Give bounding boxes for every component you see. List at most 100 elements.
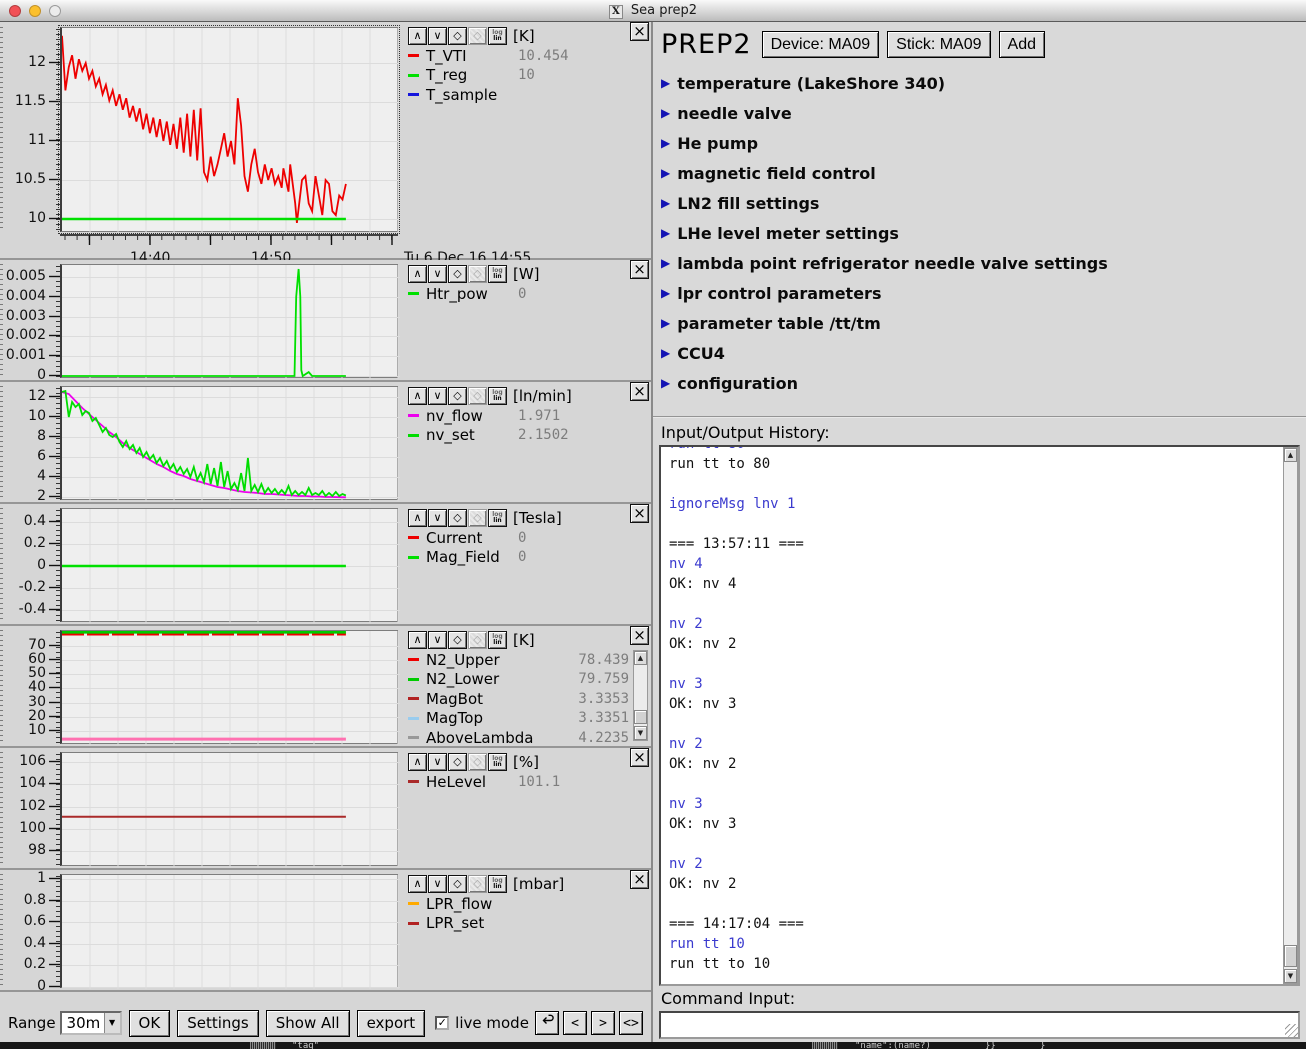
section-item-parameter[interactable]: ▶parameter table /tt/tm — [661, 308, 1306, 338]
settings-button[interactable]: Settings — [177, 1010, 259, 1037]
show-all-button[interactable]: Show All — [266, 1010, 350, 1037]
section-item-lpr[interactable]: ▶lpr control parameters — [661, 278, 1306, 308]
close-plot-button[interactable]: × — [630, 504, 649, 523]
expand-triangle-icon[interactable]: ▶ — [661, 376, 670, 390]
plot-area[interactable] — [60, 27, 398, 232]
pan-up-button[interactable]: ∧ — [408, 265, 427, 283]
scrollbar-thumb[interactable] — [634, 710, 647, 724]
zoom-reset-button[interactable]: ◇ — [448, 875, 467, 893]
stick-button[interactable]: Stick: MA09 — [887, 31, 990, 58]
scroll-right-button[interactable]: > — [591, 1011, 615, 1035]
log-lin-toggle[interactable]: loglin — [488, 631, 507, 649]
plot-area[interactable] — [60, 508, 398, 622]
scroll-up-arrow-icon[interactable]: ▲ — [634, 651, 647, 665]
pan-up-button[interactable]: ∧ — [408, 387, 427, 405]
expand-range-button[interactable]: <> — [619, 1011, 643, 1035]
scroll-up-arrow-icon[interactable]: ▲ — [1284, 448, 1297, 462]
pan-down-button[interactable]: ∨ — [428, 265, 447, 283]
chevron-down-icon[interactable]: ▼ — [104, 1013, 120, 1033]
section-item-temperature[interactable]: ▶temperature (LakeShore 340) — [661, 68, 1306, 98]
section-item-he[interactable]: ▶He pump — [661, 128, 1306, 158]
close-plot-button[interactable]: × — [630, 870, 649, 889]
zoom-reset-button[interactable]: ◇ — [448, 509, 467, 527]
resize-grip-icon[interactable] — [1285, 1024, 1298, 1037]
pan-up-button[interactable]: ∧ — [408, 753, 427, 771]
expand-triangle-icon[interactable]: ▶ — [661, 256, 670, 270]
log-lin-toggle[interactable]: loglin — [488, 509, 507, 527]
pan-up-button[interactable]: ∧ — [408, 509, 427, 527]
chart-row-3: 24681012∧∨◇◇loglin[ln/min]×nv_flow1.971n… — [0, 382, 651, 504]
pan-down-button[interactable]: ∨ — [428, 509, 447, 527]
zoom-reset-button[interactable]: ◇ — [448, 753, 467, 771]
io-history-scrollbar[interactable]: ▲ ▼ — [1283, 447, 1298, 984]
zoom-reset-button[interactable]: ◇ — [448, 27, 467, 45]
log-lin-toggle[interactable]: loglin — [488, 753, 507, 771]
device-button[interactable]: Device: MA09 — [762, 31, 880, 58]
section-item-lambda[interactable]: ▶lambda point refrigerator needle valve … — [661, 248, 1306, 278]
pan-down-button[interactable]: ∨ — [428, 387, 447, 405]
legend-scrollbar[interactable]: ▲▼ — [633, 650, 648, 741]
io-history-box[interactable]: run tt 80run tt to 80 ignoreMsg lnv 1 ==… — [659, 445, 1300, 986]
add-button[interactable]: Add — [999, 31, 1045, 58]
y-tick-label: 11 — [28, 132, 46, 148]
live-mode-checkbox[interactable]: ✓ — [435, 1016, 449, 1030]
expand-triangle-icon[interactable]: ▶ — [661, 316, 670, 330]
expand-triangle-icon[interactable]: ▶ — [661, 106, 670, 120]
close-plot-button[interactable]: × — [630, 626, 649, 645]
expand-triangle-icon[interactable]: ▶ — [661, 346, 670, 360]
scrollbar-thumb[interactable] — [1284, 945, 1297, 967]
chart-row-1: 1010.51111.51214:4014:50∧∨◇◇loglin[K]×T_… — [0, 22, 651, 260]
legend-series-value: 10 — [518, 67, 535, 83]
plot-area[interactable] — [60, 752, 398, 866]
expand-triangle-icon[interactable]: ▶ — [661, 136, 670, 150]
section-item-ln2[interactable]: ▶LN2 fill settings — [661, 188, 1306, 218]
close-plot-button[interactable]: × — [630, 260, 649, 279]
pan-up-button[interactable]: ∧ — [408, 27, 427, 45]
expand-triangle-icon[interactable]: ▶ — [661, 286, 670, 300]
zoom-reset-button[interactable]: ◇ — [448, 265, 467, 283]
pan-down-button[interactable]: ∨ — [428, 875, 447, 893]
section-item-ccu4[interactable]: ▶CCU4 — [661, 338, 1306, 368]
log-lin-toggle[interactable]: loglin — [488, 27, 507, 45]
pan-down-button[interactable]: ∨ — [428, 631, 447, 649]
plot-area[interactable] — [60, 630, 398, 744]
expand-triangle-icon[interactable]: ▶ — [661, 196, 670, 210]
plot-area[interactable] — [60, 386, 398, 500]
jump-latest-button[interactable] — [535, 1011, 559, 1035]
y-axis-labels: -0.4-0.200.20.4 — [0, 508, 48, 622]
scroll-down-arrow-icon[interactable]: ▼ — [634, 726, 647, 740]
range-dropdown[interactable]: 30m ▼ — [60, 1011, 122, 1035]
section-item-lhe[interactable]: ▶LHe level meter settings — [661, 218, 1306, 248]
section-item-magnetic[interactable]: ▶magnetic field control — [661, 158, 1306, 188]
section-item-configuration[interactable]: ▶configuration — [661, 368, 1306, 398]
pan-down-button[interactable]: ∨ — [428, 753, 447, 771]
log-lin-toggle[interactable]: loglin — [488, 387, 507, 405]
y-tick-label: 106 — [19, 753, 46, 769]
plot-area[interactable] — [60, 874, 398, 988]
section-item-needle[interactable]: ▶needle valve — [661, 98, 1306, 128]
scroll-down-arrow-icon[interactable]: ▼ — [1284, 969, 1297, 983]
expand-triangle-icon[interactable]: ▶ — [661, 76, 670, 90]
close-plot-button[interactable]: × — [630, 22, 649, 41]
command-input-field[interactable] — [659, 1011, 1300, 1039]
scroll-left-button[interactable]: < — [563, 1011, 587, 1035]
expand-triangle-icon[interactable]: ▶ — [661, 226, 670, 240]
plot-area[interactable] — [60, 264, 398, 378]
expand-triangle-icon[interactable]: ▶ — [661, 166, 670, 180]
close-plot-button[interactable]: × — [630, 382, 649, 401]
pan-up-button[interactable]: ∧ — [408, 875, 427, 893]
y-tick-label: 98 — [28, 842, 46, 858]
zoom-reset-button[interactable]: ◇ — [448, 631, 467, 649]
history-line — [669, 716, 1278, 736]
log-lin-toggle[interactable]: loglin — [488, 875, 507, 893]
log-lin-toggle[interactable]: loglin — [488, 265, 507, 283]
history-line: OK: nv 3 — [669, 696, 1278, 716]
zoom-reset-button[interactable]: ◇ — [448, 387, 467, 405]
ok-button[interactable]: OK — [129, 1010, 171, 1037]
export-button[interactable]: export — [357, 1010, 426, 1037]
history-line — [669, 896, 1278, 916]
plot-toolbar: ∧∨◇◇loglin[K] — [408, 630, 647, 650]
pan-down-button[interactable]: ∨ — [428, 27, 447, 45]
pan-up-button[interactable]: ∧ — [408, 631, 427, 649]
close-plot-button[interactable]: × — [630, 748, 649, 767]
